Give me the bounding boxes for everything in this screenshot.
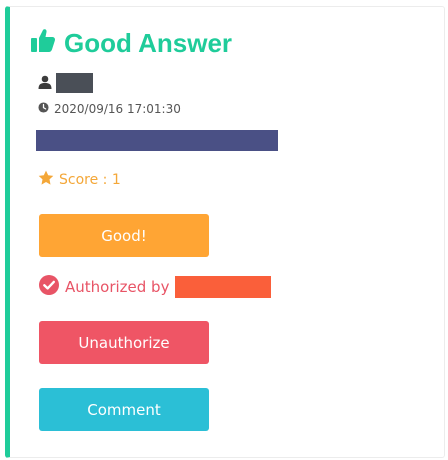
answer-card: Good Answer 2020/09/16 17:01:30 Score : … <box>5 6 445 458</box>
unauthorize-button[interactable]: Unauthorize <box>39 321 209 364</box>
authorized-text: Authorized by <box>65 278 170 296</box>
timestamp-text: 2020/09/16 17:01:30 <box>54 102 181 116</box>
author-row <box>38 73 93 93</box>
check-circle-icon <box>39 275 65 299</box>
thumbs-up-icon <box>30 27 64 60</box>
answer-content-redacted <box>36 130 278 151</box>
authorized-row: Authorized by <box>39 275 272 299</box>
card-title-text: Good Answer <box>64 28 233 58</box>
clock-icon <box>38 102 54 116</box>
score-text: Score : 1 <box>59 172 121 188</box>
card-title: Good Answer <box>30 27 232 60</box>
good-button[interactable]: Good! <box>39 214 209 257</box>
timestamp-row: 2020/09/16 17:01:30 <box>38 102 181 116</box>
comment-button[interactable]: Comment <box>39 388 209 431</box>
star-icon <box>38 170 59 190</box>
authorizer-name-redacted <box>175 276 272 298</box>
user-icon <box>38 74 56 93</box>
author-name-redacted <box>56 73 93 93</box>
score-row: Score : 1 <box>38 170 121 190</box>
